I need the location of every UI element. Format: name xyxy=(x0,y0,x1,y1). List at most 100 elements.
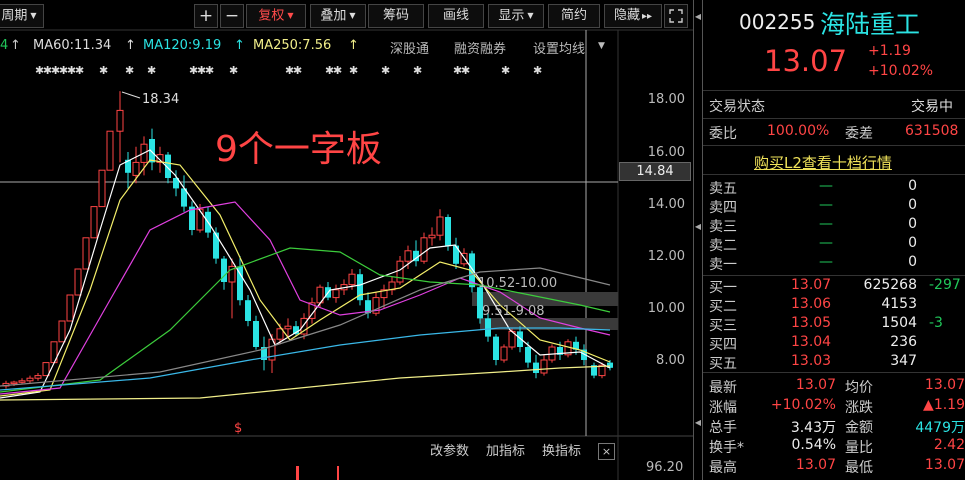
price-tick: 16.00 xyxy=(647,145,685,160)
limit-up-star-icon: ✱ xyxy=(205,64,214,77)
zoom-in-button[interactable]: + xyxy=(194,4,218,28)
divider xyxy=(703,118,965,119)
ma250-value: MA250:7.56 xyxy=(253,38,332,53)
dividend-marker: $ xyxy=(234,421,242,436)
buy-l2-link[interactable]: 购买L2查看十档行情 xyxy=(754,152,892,173)
buy-level-row[interactable]: 买一 13.07 625268 -297 xyxy=(703,277,965,296)
buy-level-row[interactable]: 买二 13.06 4153 xyxy=(703,296,965,315)
trade-status-label: 交易状态 xyxy=(709,99,765,115)
buy-level-price: 13.05 xyxy=(791,315,832,331)
panel-divider[interactable]: ◀ ◀ ◀ xyxy=(693,0,703,480)
stat-row: 最新 13.07 均价 13.07 xyxy=(703,377,965,397)
candle-body xyxy=(253,321,259,347)
sell-level-volume: 0 xyxy=(908,197,917,213)
overlay-button[interactable]: 叠加 ▼ xyxy=(310,4,366,28)
candle-body xyxy=(90,206,98,239)
sell-level-row[interactable]: 卖三 — 0 xyxy=(703,216,965,235)
switch-indicator-link[interactable]: 换指标 xyxy=(542,440,581,459)
caret-down-icon: ▼ xyxy=(527,11,534,20)
price-change: +1.19 xyxy=(868,43,911,59)
stat-label: 均价 xyxy=(845,380,873,396)
trade-status-value: 交易中 xyxy=(911,99,953,115)
candle-body xyxy=(396,260,404,283)
link-ma-settings[interactable]: 设置均线 xyxy=(533,38,585,57)
period-button[interactable]: 周期 ▼ xyxy=(0,4,44,28)
buy-level-row[interactable]: 买四 13.04 236 xyxy=(703,334,965,353)
candle-body xyxy=(98,169,106,208)
kline-chart-area[interactable]: ✱ ✱ ✱ ✱ ✱ ✱ ✱ ✱ ✱ ✱ ✱ ✱ ✱ ✱ ✱ ✱ ✱ ✱ ✱ ✱ ✱ ✱ ✱ ✱ $ 周期 ▼ + − 复权 ▼ 叠… xyxy=(0,0,693,480)
price-tick: 10.00 xyxy=(647,301,685,316)
close-icon[interactable]: × xyxy=(598,443,615,460)
stat-value: 4479万 xyxy=(915,420,965,436)
sell-level-row[interactable]: 卖五 — 0 xyxy=(703,178,965,197)
buy-level-label: 买五 xyxy=(709,356,737,372)
caret-down-icon: ▼ xyxy=(349,11,356,20)
candle-body xyxy=(196,208,204,231)
display-label: 显示 xyxy=(498,8,525,24)
sell-level-price: — xyxy=(819,235,833,251)
add-indicator-link[interactable]: 加指标 xyxy=(486,440,525,459)
caret-down-icon: ▼ xyxy=(287,11,294,20)
zoom-out-button[interactable]: − xyxy=(220,4,244,28)
price-change-pct: +10.02% xyxy=(868,63,934,79)
hide-button[interactable]: 隐藏 ▸▸ xyxy=(604,4,662,28)
stat-label: 量比 xyxy=(845,440,873,456)
sell-level-row[interactable]: 卖一 — 0 xyxy=(703,254,965,273)
candle-body xyxy=(500,346,508,361)
display-button[interactable]: 显示 ▼ xyxy=(488,4,544,28)
weicha-value: 631508 xyxy=(905,123,959,139)
collapse-arrow-icon[interactable]: ◀ xyxy=(694,222,702,231)
stat-row: 总手 3.43万 金额 4479万 xyxy=(703,417,965,437)
chip-band-label: 9.51-9.08 xyxy=(482,304,545,319)
limit-up-star-icon: ✱ xyxy=(413,64,422,77)
fuquan-button[interactable]: 复权 ▼ xyxy=(246,4,306,28)
buy-level-price: 13.03 xyxy=(791,353,832,369)
buy-level-volume: 625268 xyxy=(863,277,917,293)
candle-body xyxy=(332,289,340,299)
quote-panel: 002255 海陆重工 13.07 +1.19 +10.02% 交易状态 交易中… xyxy=(703,0,965,480)
chart-toolbar: 周期 ▼ + − 复权 ▼ 叠加 ▼ 筹码 画线 显示 ▼ 简约 隐藏 ▸▸ xyxy=(0,2,693,30)
sell-level-price: — xyxy=(819,254,833,270)
limit-up-star-icon: ✱ xyxy=(147,64,156,77)
more-arrow-icon: ▸▸ xyxy=(641,11,653,22)
candle-body xyxy=(436,216,444,236)
stat-label: 涨跌 xyxy=(845,400,873,416)
stat-value: 0.54% xyxy=(791,437,836,453)
candle-body xyxy=(485,318,491,337)
arrow-up-icon: ↑ xyxy=(125,38,136,53)
limit-up-star-icon: ✱ xyxy=(229,64,238,77)
weibi-value: 100.00% xyxy=(767,123,830,139)
link-shengutong[interactable]: 深股通 xyxy=(390,38,429,57)
collapse-arrow-icon[interactable]: ◀ xyxy=(694,418,702,427)
link-margin-trading[interactable]: 融资融券 xyxy=(454,38,506,57)
buy-level-row[interactable]: 买五 13.03 347 xyxy=(703,353,965,372)
ma-line xyxy=(0,149,611,399)
limit-up-markers: ✱✱✱✱✱✱ ✱ ✱ ✱ ✱✱✱ ✱ ✱✱ ✱✱ ✱ ✱ ✱ ✱✱ ✱ ✱ xyxy=(35,64,542,77)
moving-average-lines xyxy=(0,149,611,401)
candle-body xyxy=(42,362,50,377)
limit-up-star-icon: ✱ xyxy=(293,64,302,77)
draw-line-button[interactable]: 画线 xyxy=(428,4,484,28)
candle-body xyxy=(66,294,74,322)
simple-mode-button[interactable]: 简约 xyxy=(548,4,600,28)
divider xyxy=(703,372,965,373)
stat-value: 2.42 xyxy=(933,437,965,453)
period-high-label: 18.34 xyxy=(142,92,180,107)
collapse-arrow-icon[interactable]: ◀ xyxy=(694,12,702,21)
chip-button[interactable]: 筹码 xyxy=(368,4,424,28)
buy-level-volume: 236 xyxy=(890,334,917,350)
stat-row: 最高 13.07 最低 13.07 xyxy=(703,457,965,477)
fullscreen-icon[interactable] xyxy=(664,4,688,28)
sell-level-row[interactable]: 卖四 — 0 xyxy=(703,197,965,216)
buy-level-row[interactable]: 买三 13.05 1504 -3 xyxy=(703,315,965,334)
edit-params-link[interactable]: 改参数 xyxy=(430,440,469,459)
kline-svg[interactable]: ✱✱✱✱✱✱ ✱ ✱ ✱ ✱✱✱ ✱ ✱✱ ✱✱ ✱ ✱ ✱ ✱✱ ✱ ✱ $ xyxy=(0,0,693,480)
chip-band-label: 10.52-10.00 xyxy=(478,276,558,291)
stat-value: 13.07 xyxy=(795,457,836,473)
hide-label: 隐藏 xyxy=(613,8,640,23)
candle-body xyxy=(213,232,219,259)
sell-level-price: — xyxy=(819,178,833,194)
candle-body xyxy=(18,380,26,383)
candle-body xyxy=(517,331,523,347)
sell-level-row[interactable]: 卖二 — 0 xyxy=(703,235,965,254)
